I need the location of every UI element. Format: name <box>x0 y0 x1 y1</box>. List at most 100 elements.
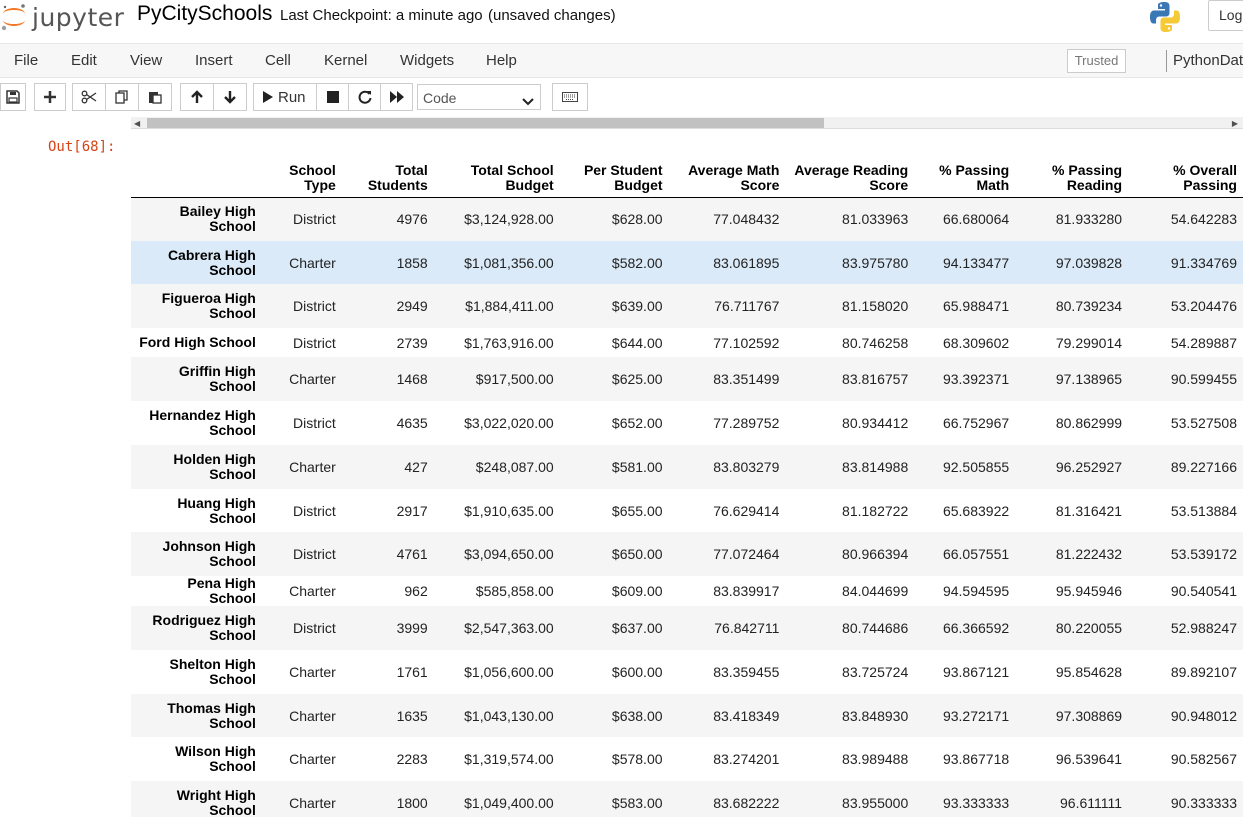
table-row[interactable]: Hernandez High School District 4635 $3,022,0… <box>131 401 1243 445</box>
save-icon <box>6 90 20 104</box>
table-row[interactable]: Wright High School Charter 1800 $1,049,400.0… <box>131 781 1243 817</box>
notebook-area: ◀ ▶ Out[68]: School Type Total Students Tota… <box>0 117 1243 817</box>
table-row[interactable]: Rodriguez High School District 3999 $2,547,3… <box>131 606 1243 650</box>
column-header-line: % Overall <box>1173 161 1237 178</box>
scroll-left-arrow-icon[interactable]: ◀ <box>134 119 140 128</box>
row-index-label: Griffin High School <box>131 357 262 401</box>
table-cell: 80.744686 <box>842 620 909 636</box>
table-cell: $628.00 <box>611 211 663 228</box>
cut-button[interactable] <box>72 83 106 111</box>
column-header-line: % Passing <box>939 161 1010 178</box>
table-cell: 4635 <box>396 415 428 431</box>
table-cell: 90.582567 <box>1170 751 1237 767</box>
command-palette-button[interactable] <box>552 83 588 111</box>
trusted-indicator[interactable]: Trusted <box>1067 49 1126 73</box>
row-index-line: Cabrera High <box>167 246 256 263</box>
table-row[interactable]: Thomas High School Charter 1635 $1,043,130.0… <box>131 694 1243 737</box>
table-cell: 97.308869 <box>1055 707 1123 724</box>
copy-button[interactable] <box>105 83 139 111</box>
table-cell: 90.948012 <box>1170 707 1237 724</box>
interrupt-button[interactable] <box>316 83 349 111</box>
menu-edit[interactable]: Edit <box>71 52 97 69</box>
row-index-line: Bailey High <box>179 203 256 220</box>
table-cell: 1468 <box>396 371 428 387</box>
table-cell: $644.00 <box>611 334 663 351</box>
move-down-button[interactable] <box>213 83 247 111</box>
table-cell: 93.272171 <box>942 707 1010 724</box>
horizontal-scrollbar[interactable]: ◀ ▶ <box>131 117 1243 129</box>
table-cell: $2,547,363.00 <box>464 620 554 636</box>
column-header-line: Budget <box>614 176 663 193</box>
table-cell: 80.934412 <box>842 415 909 431</box>
table-cell: $1,884,411.00 <box>465 298 554 314</box>
table-row[interactable]: Holden High School Charter 427 $248,087.00 $5… <box>131 445 1243 489</box>
table-cell: $1,056,600.00 <box>464 664 554 680</box>
table-row[interactable]: Griffin High School Charter 1468 $917,500.00… <box>131 357 1243 401</box>
cell-type-value: Code <box>423 90 457 106</box>
notebook-name[interactable]: PyCitySchools <box>137 2 272 26</box>
table-cell: 80.862999 <box>1055 415 1123 431</box>
paste-button[interactable] <box>138 83 172 111</box>
table-row[interactable]: Wilson High School Charter 2283 $1,319,574.0… <box>131 737 1243 781</box>
python-icon <box>1148 0 1182 34</box>
insert-cell-button[interactable] <box>34 83 66 111</box>
row-index-label: Bailey High School <box>131 197 262 241</box>
table-cell: 66.057551 <box>942 546 1010 562</box>
cell-type-select[interactable]: Code <box>417 84 541 110</box>
table-row[interactable]: Huang High School District 2917 $1,910,635.0… <box>131 489 1243 532</box>
menu-kernel[interactable]: Kernel <box>324 52 367 69</box>
paste-icon <box>148 90 162 104</box>
dataframe-table: School Type Total Students Total School Budge… <box>131 155 1243 817</box>
restart-button[interactable] <box>348 83 381 111</box>
output-prompt: Out[68]: <box>48 139 116 155</box>
table-cell: 53.204476 <box>1170 298 1237 314</box>
run-button[interactable]: Run <box>253 83 317 111</box>
column-header-line: Average Math <box>688 161 780 178</box>
table-cell: 76.842711 <box>714 620 780 636</box>
menu-widgets[interactable]: Widgets <box>400 52 454 69</box>
save-button[interactable] <box>0 83 26 111</box>
menu-file[interactable]: File <box>14 52 38 69</box>
table-row[interactable]: Johnson High School District 4761 $3,094,650… <box>131 532 1243 576</box>
menu-help[interactable]: Help <box>486 52 517 69</box>
row-index-line: Pena High School <box>187 575 256 606</box>
chevron-down-icon <box>522 93 534 109</box>
table-cell: 96.539641 <box>1055 751 1123 767</box>
table-row[interactable]: Bailey High School District 4976 $3,124,928.… <box>131 197 1243 241</box>
table-cell: $3,094,650.00 <box>464 546 554 562</box>
table-row[interactable]: Cabrera High School Charter 1858 $1,081,356.… <box>131 241 1243 284</box>
kernel-name[interactable]: PythonData <box>1173 52 1243 69</box>
table-cell: 68.309602 <box>942 334 1010 351</box>
scroll-right-arrow-icon[interactable]: ▶ <box>1232 119 1238 128</box>
run-label: Run <box>278 88 306 106</box>
table-cell: Charter <box>289 664 336 680</box>
row-index-line: School <box>209 801 256 817</box>
row-index-label: Figueroa High School <box>131 284 262 328</box>
jupyter-logo[interactable]: jupyter <box>0 2 124 32</box>
row-index-line: School <box>209 261 256 278</box>
table-row[interactable]: Ford High School District 2739 $1,763,916.0… <box>131 328 1243 357</box>
table-cell: 90.540541 <box>1170 583 1237 599</box>
scrollbar-thumb[interactable] <box>147 118 824 128</box>
table-cell: 3999 <box>396 620 428 636</box>
table-cell: 95.945946 <box>1055 583 1123 599</box>
menu-cell[interactable]: Cell <box>265 52 291 69</box>
table-cell: Charter <box>289 707 336 724</box>
menu-view[interactable]: View <box>130 52 162 69</box>
move-up-button[interactable] <box>180 83 214 111</box>
row-index-label: Johnson High School <box>131 532 262 576</box>
table-row[interactable]: Pena High School Charter 962 $585,858.00 $60… <box>131 576 1243 606</box>
table-cell: Charter <box>289 254 336 271</box>
table-header-row: School Type Total Students Total School Budge… <box>131 155 1243 198</box>
row-index-line: Figueroa High <box>161 290 256 306</box>
table-row[interactable]: Shelton High School Charter 1761 $1,056,600.… <box>131 650 1243 694</box>
table-cell: $248,087.00 <box>475 459 554 475</box>
table-cell: 1858 <box>396 254 428 271</box>
row-index-line: Thomas High <box>167 699 256 716</box>
table-cell: 1635 <box>396 707 428 724</box>
menu-insert[interactable]: Insert <box>195 52 233 69</box>
logout-button[interactable]: Logout <box>1208 0 1243 31</box>
table-row[interactable]: Figueroa High School District 2949 $1,884,41… <box>131 284 1243 328</box>
row-index-label: Huang High School <box>131 489 262 532</box>
restart-run-all-button[interactable] <box>380 83 413 111</box>
